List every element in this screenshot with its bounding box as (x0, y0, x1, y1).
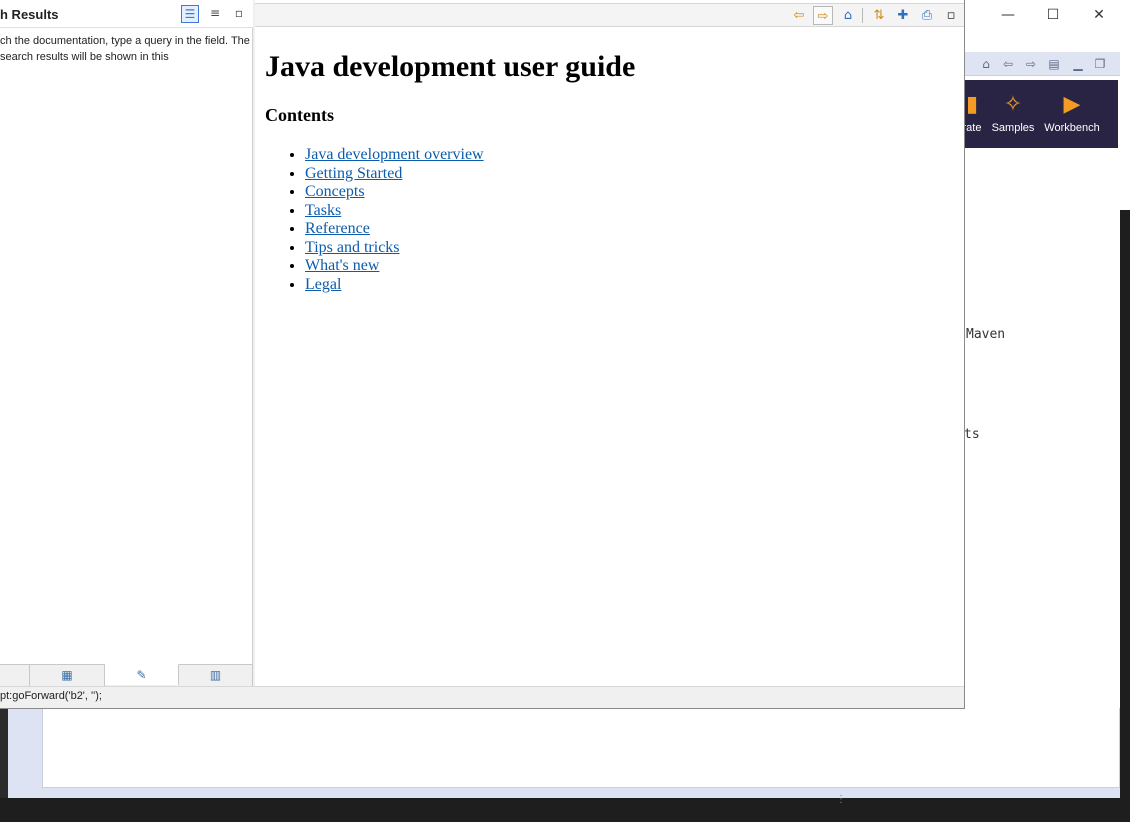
welcome-toolbar: ⌂ ⇦ ⇨ ▤ ▁ ❐ (964, 52, 1120, 76)
document-toolbar: ⇦ ⇨ ⌂ ⇅ ✚ ⎙ ▫ (255, 3, 964, 27)
bookmark-document-icon[interactable]: ✚ (893, 6, 913, 25)
layout-icon[interactable]: ▤ (1046, 56, 1062, 72)
tab-bookmarks[interactable]: ▥ (179, 665, 253, 687)
link-tips-and-tricks[interactable]: Tips and tricks (305, 239, 400, 256)
ide-editor-edge (1120, 210, 1130, 822)
book-icon: ▥ (209, 668, 222, 682)
welcome-item-samples[interactable]: ✧ Samples (990, 80, 1036, 148)
ide-bottom-panel-content (42, 708, 1120, 788)
maximize-view-icon[interactable]: ▫ (230, 5, 248, 23)
show-in-toc-icon[interactable]: ⇅ (869, 6, 889, 25)
link-getting-started[interactable]: Getting Started (305, 165, 402, 182)
document-pane: ⇦ ⇨ ⌂ ⇅ ✚ ⎙ ▫ Java development user guid… (255, 0, 964, 686)
maximize-document-icon[interactable]: ▫ (941, 6, 961, 25)
link-whats-new[interactable]: What's new (305, 257, 379, 274)
home-icon[interactable]: ⌂ (978, 56, 994, 72)
status-text: pt:goForward('b2', ''); (0, 690, 102, 702)
minimize-button[interactable]: — (998, 6, 1018, 24)
list-item: What's new (305, 257, 955, 276)
show-categories-icon[interactable]: ☰ (181, 5, 199, 23)
play-icon: ▶ (1063, 92, 1081, 117)
search-results-pane: h Results ☰ ≡ ▫ ch the documentation, ty… (0, 0, 253, 687)
tab-index[interactable]: ▦ (30, 665, 105, 687)
tab-search[interactable]: ✎ (105, 664, 179, 685)
tab-contents[interactable] (0, 665, 30, 687)
forward-icon[interactable]: ⇨ (1023, 56, 1039, 72)
index-icon: ▦ (61, 668, 73, 682)
link-legal[interactable]: Legal (305, 276, 341, 293)
ide-window: — ☐ ✕ ⌂ ⇦ ⇨ ▤ ▁ ❐ ▮ rate ✧ Samples ▶ Wor… (963, 0, 1130, 822)
ide-status-bar (0, 798, 1130, 822)
search-results-title: h Results (0, 7, 59, 22)
back-icon[interactable]: ⇦ (1000, 56, 1016, 72)
resize-grip-icon[interactable]: ⋮ (836, 794, 846, 805)
link-reference[interactable]: Reference (305, 220, 370, 237)
home-icon[interactable]: ⌂ (838, 6, 858, 25)
list-item: Concepts (305, 183, 955, 202)
magic-wand-icon: ✧ (1003, 92, 1023, 117)
toolbar-separator (862, 8, 863, 23)
search-instructions: ch the documentation, type a query in th… (0, 35, 250, 63)
help-view-tabs: ▦ ✎ ▥ (0, 664, 253, 687)
link-java-development-overview[interactable]: Java development overview (305, 146, 484, 163)
close-button[interactable]: ✕ (1089, 6, 1109, 24)
go-forward-icon[interactable]: ⇨ (813, 6, 833, 25)
go-back-icon[interactable]: ⇦ (789, 6, 809, 25)
maximize-button[interactable]: ☐ (1043, 6, 1063, 24)
restore-view-icon[interactable]: ❐ (1092, 56, 1108, 72)
print-icon[interactable]: ⎙ (917, 6, 937, 25)
list-item: Tips and tricks (305, 239, 955, 258)
contents-heading: Contents (265, 105, 335, 125)
help-status-bar: pt:goForward('b2', ''); (0, 686, 964, 708)
welcome-banner: ▮ rate ✧ Samples ▶ Workbench (963, 80, 1118, 148)
search-results-header: h Results ☰ ≡ ▫ (0, 0, 253, 28)
help-window: h Results ☰ ≡ ▫ ch the documentation, ty… (0, 0, 965, 709)
ide-text-ts: ts (964, 427, 980, 442)
ide-bottom-panel (0, 708, 1120, 798)
show-descriptions-icon[interactable]: ≡ (206, 5, 224, 23)
document-title: Java development user guide (265, 50, 636, 83)
search-edit-icon: ✎ (136, 668, 147, 682)
link-tasks[interactable]: Tasks (305, 202, 341, 219)
list-item: Reference (305, 220, 955, 239)
contents-list: Java development overview Getting Starte… (265, 146, 955, 294)
ide-title-bar: — ☐ ✕ (964, 0, 1130, 30)
list-item: Java development overview (305, 146, 955, 165)
list-item: Legal (305, 276, 955, 295)
link-concepts[interactable]: Concepts (305, 183, 365, 200)
list-item: Getting Started (305, 165, 955, 184)
document-content: Java development user guide Contents Jav… (265, 27, 955, 294)
minimize-view-icon[interactable]: ▁ (1070, 56, 1086, 72)
ide-text-maven: Maven (966, 327, 1006, 342)
welcome-item-workbench[interactable]: ▶ Workbench (1042, 80, 1102, 148)
list-item: Tasks (305, 202, 955, 221)
